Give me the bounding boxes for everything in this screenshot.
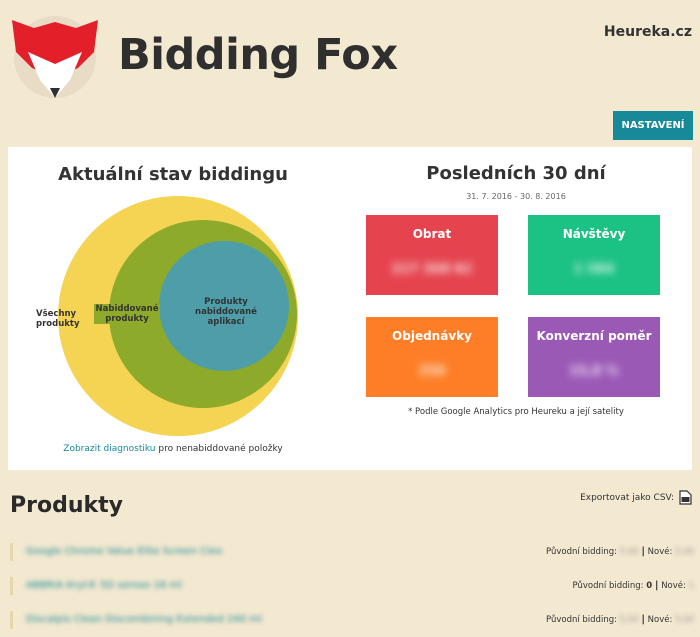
- original-bid-value: 5,00: [619, 547, 639, 557]
- csv-file-icon[interactable]: [679, 490, 692, 505]
- product-name[interactable]: ABBRIA Kryt® 5D seroxo 18 ml: [26, 580, 182, 591]
- row-marker: [10, 611, 13, 629]
- new-bid-value: 5,00: [675, 615, 694, 625]
- venn-label-app-bidded: Produkty nabiddované aplikací: [195, 297, 257, 327]
- separator: |: [641, 546, 645, 557]
- separator: |: [641, 614, 645, 625]
- new-bid-label: Nové:: [647, 547, 673, 557]
- new-bid-value: 1: [688, 581, 694, 591]
- original-bid-label: Původní bidding:: [572, 581, 644, 591]
- bidding-state-title: Aktuální stav biddingu: [58, 164, 288, 185]
- original-bid-label: Původní bidding:: [545, 615, 617, 625]
- tile-orders-value: 250: [418, 364, 446, 379]
- product-row[interactable]: Discalpis Clean Discombining Extended 24…: [10, 611, 694, 629]
- tile-conversion-label: Konverzní poměr: [536, 329, 652, 343]
- fox-logo-icon: [12, 16, 98, 98]
- tile-revenue-label: Obrat: [412, 227, 452, 241]
- last-30-days-title: Posledních 30 dní: [426, 163, 606, 184]
- venn-label-bidded: Nabiddované produkty: [94, 304, 160, 324]
- new-bid-label: Nové:: [661, 581, 686, 591]
- brand-title: Bidding Fox: [118, 30, 398, 80]
- overview-panel: Aktuální stav biddingu Všechny produkty …: [8, 147, 692, 470]
- new-bid-label: Nové:: [647, 615, 673, 625]
- tile-visits-value: 1 584: [573, 262, 615, 277]
- product-row[interactable]: ABBRIA Kryt® 5D seroxo 18 ml Původní bid…: [10, 577, 694, 595]
- bid-info: Původní bidding: 5,00 | Nové: 5,00: [546, 546, 694, 557]
- settings-button[interactable]: NASTAVENÍ: [613, 111, 693, 140]
- product-name[interactable]: Discalpis Clean Discombining Extended 24…: [26, 614, 262, 625]
- row-marker: [10, 543, 13, 561]
- diagnostics-link[interactable]: Zobrazit diagnostiku: [63, 444, 155, 454]
- product-row[interactable]: Google Chrome Value Elite Screen Cleo Pů…: [10, 543, 694, 561]
- tile-conversion-value: 15,8 %: [569, 364, 619, 379]
- tile-orders: Objednávky 250: [366, 317, 498, 397]
- diagnostics-line: Zobrazit diagnostiku pro nenabiddované p…: [8, 444, 338, 454]
- header: Bidding Fox Heureka.cz: [0, 0, 700, 110]
- separator: |: [654, 580, 659, 591]
- original-bid-value: 0: [646, 581, 653, 591]
- date-range: 31. 7. 2016 - 30. 8. 2016: [466, 192, 566, 201]
- new-bid-value: 5,00: [675, 547, 694, 557]
- diagnostics-text: pro nenabiddované položky: [158, 444, 283, 454]
- site-name: Heureka.cz: [603, 24, 692, 40]
- original-bid-label: Původní bidding:: [545, 547, 617, 557]
- products-title: Produkty: [10, 493, 123, 518]
- bid-info: Původní bidding: 5,00 | Nové: 5,00: [546, 614, 694, 625]
- tile-visits: Návštěvy 1 584: [528, 215, 660, 295]
- product-name[interactable]: Google Chrome Value Elite Screen Cleo: [26, 546, 222, 557]
- tile-visits-label: Návštěvy: [562, 227, 626, 241]
- tile-revenue: Obrat 217 368 Kč: [366, 215, 498, 295]
- export-csv: Exportovat jako CSV:: [580, 490, 692, 505]
- analytics-note: * Podle Google Analytics pro Heureku a j…: [408, 407, 624, 417]
- tile-orders-label: Objednávky: [392, 329, 472, 343]
- bid-info: Původní bidding: 0 | Nové: 1: [573, 580, 695, 591]
- tile-revenue-value: 217 368 Kč: [391, 262, 473, 277]
- tile-conversion: Konverzní poměr 15,8 %: [528, 317, 660, 397]
- export-csv-label: Exportovat jako CSV:: [580, 492, 674, 503]
- row-marker: [10, 577, 13, 595]
- original-bid-value: 5,00: [619, 615, 639, 625]
